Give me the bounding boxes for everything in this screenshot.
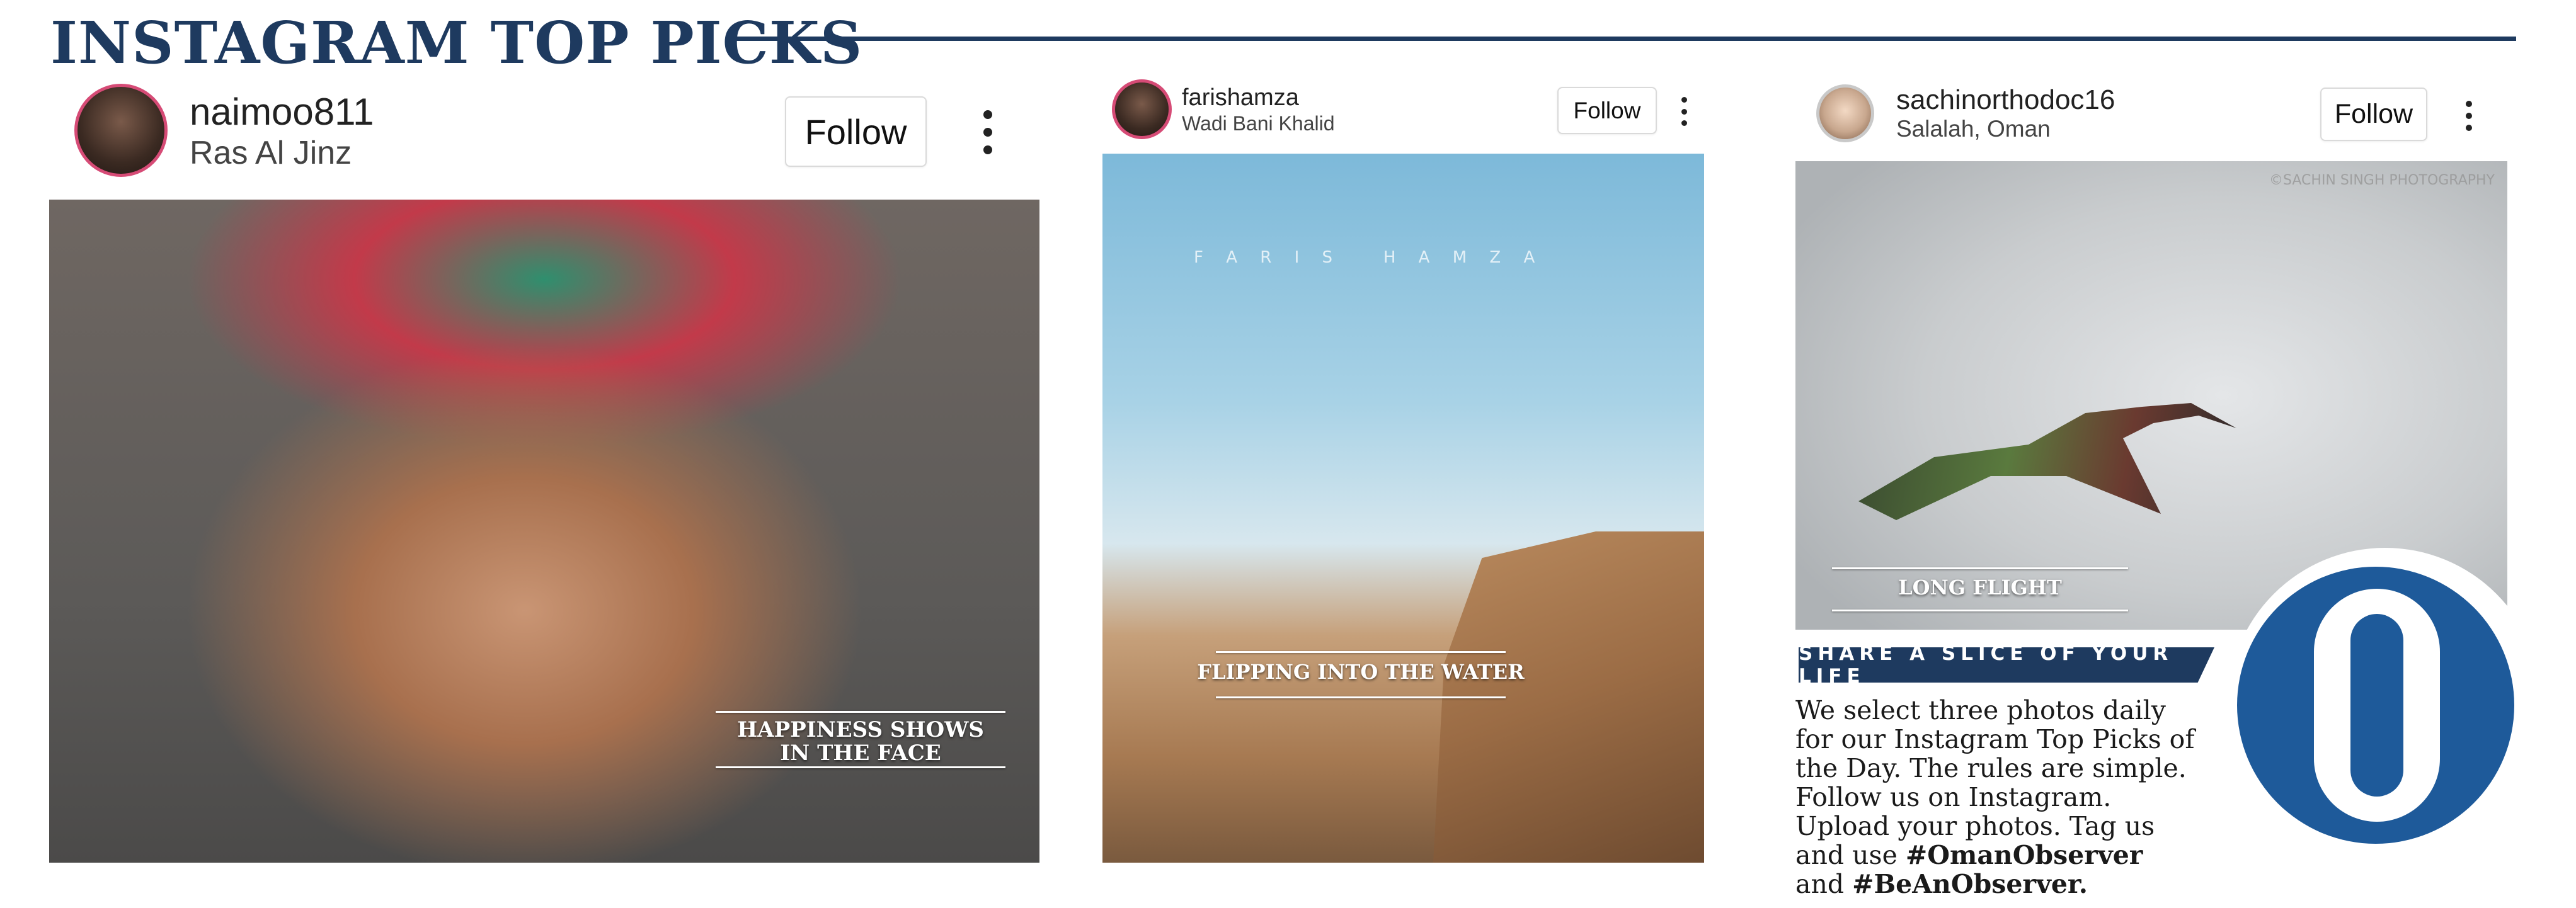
observer-logo-letter-hole xyxy=(2350,614,2403,797)
post-card-2: farishamza Wadi Bani Khalid Follow F A R… xyxy=(1102,74,1704,863)
post-card-3: sachinorthodoc16 Salalah, Oman Follow ©S… xyxy=(1795,76,2507,630)
photo-caption: LONG FLIGHT xyxy=(1832,576,2128,599)
post-photo: HAPPINESS SHOWS IN THE FACE xyxy=(49,200,1039,863)
location[interactable]: Wadi Bani Khalid xyxy=(1182,112,1335,135)
post-header: farishamza Wadi Bani Khalid Follow xyxy=(1102,74,1704,153)
photo-watermark: F A R I S H A M Z A xyxy=(1194,248,1544,267)
caption-line-1: FLIPPING INTO THE WATER xyxy=(1197,660,1525,684)
caption-rule xyxy=(716,711,1005,713)
photo-caption: FLIPPING INTO THE WATER xyxy=(1197,661,1525,683)
location[interactable]: Salalah, Oman xyxy=(1896,116,2051,142)
info-text: We select three photos daily for our Ins… xyxy=(1795,696,2199,899)
location[interactable]: Ras Al Jinz xyxy=(190,134,352,172)
caption-rule xyxy=(1832,610,2128,611)
post-card-1: naimoo811 Ras Al Jinz Follow HAPPINESS S… xyxy=(49,79,1039,863)
username[interactable]: naimoo811 xyxy=(190,90,374,133)
avatar[interactable] xyxy=(74,84,168,177)
more-options-icon[interactable] xyxy=(2464,101,2473,131)
caption-line-2: IN THE FACE xyxy=(780,741,941,766)
username[interactable]: farishamza xyxy=(1182,84,1299,111)
more-options-icon[interactable] xyxy=(982,110,994,154)
post-header: naimoo811 Ras Al Jinz Follow xyxy=(49,79,1039,198)
follow-button[interactable]: Follow xyxy=(785,96,927,167)
hashtag-beanobserver[interactable]: #BeAnObserver. xyxy=(1852,869,2088,899)
photo-watermark: ©SACHIN SINGH PHOTOGRAPHY xyxy=(2269,173,2495,188)
follow-button[interactable]: Follow xyxy=(1557,87,1657,134)
caption-rule xyxy=(1832,567,2128,569)
follow-button[interactable]: Follow xyxy=(2320,88,2427,141)
share-banner: SHARE A SLICE OF YOUR LIFE xyxy=(1799,647,2214,683)
post-header: sachinorthodoc16 Salalah, Oman Follow xyxy=(1795,76,2507,161)
caption-rule xyxy=(1216,696,1506,698)
post-photo: F A R I S H A M Z A FLIPPING INTO THE WA… xyxy=(1102,154,1704,863)
caption-rule xyxy=(716,766,1005,768)
ibis-bird xyxy=(1858,403,2236,520)
hashtag-omanobserver[interactable]: #OmanObserver xyxy=(1906,840,2143,870)
avatar[interactable] xyxy=(1112,79,1172,139)
caption-line-1: HAPPINESS SHOWS xyxy=(737,717,984,742)
caption-line-1: LONG FLIGHT xyxy=(1898,576,2062,599)
more-options-icon[interactable] xyxy=(1680,97,1688,126)
caption-rule xyxy=(1216,651,1506,653)
photo-caption: HAPPINESS SHOWS IN THE FACE xyxy=(716,718,1005,766)
avatar[interactable] xyxy=(1816,84,1874,142)
username[interactable]: sachinorthodoc16 xyxy=(1896,84,2115,116)
page-title: INSTAGRAM TOP PICKS xyxy=(50,9,863,77)
header-rule xyxy=(731,37,2516,41)
info-connector: and xyxy=(1795,869,1845,899)
